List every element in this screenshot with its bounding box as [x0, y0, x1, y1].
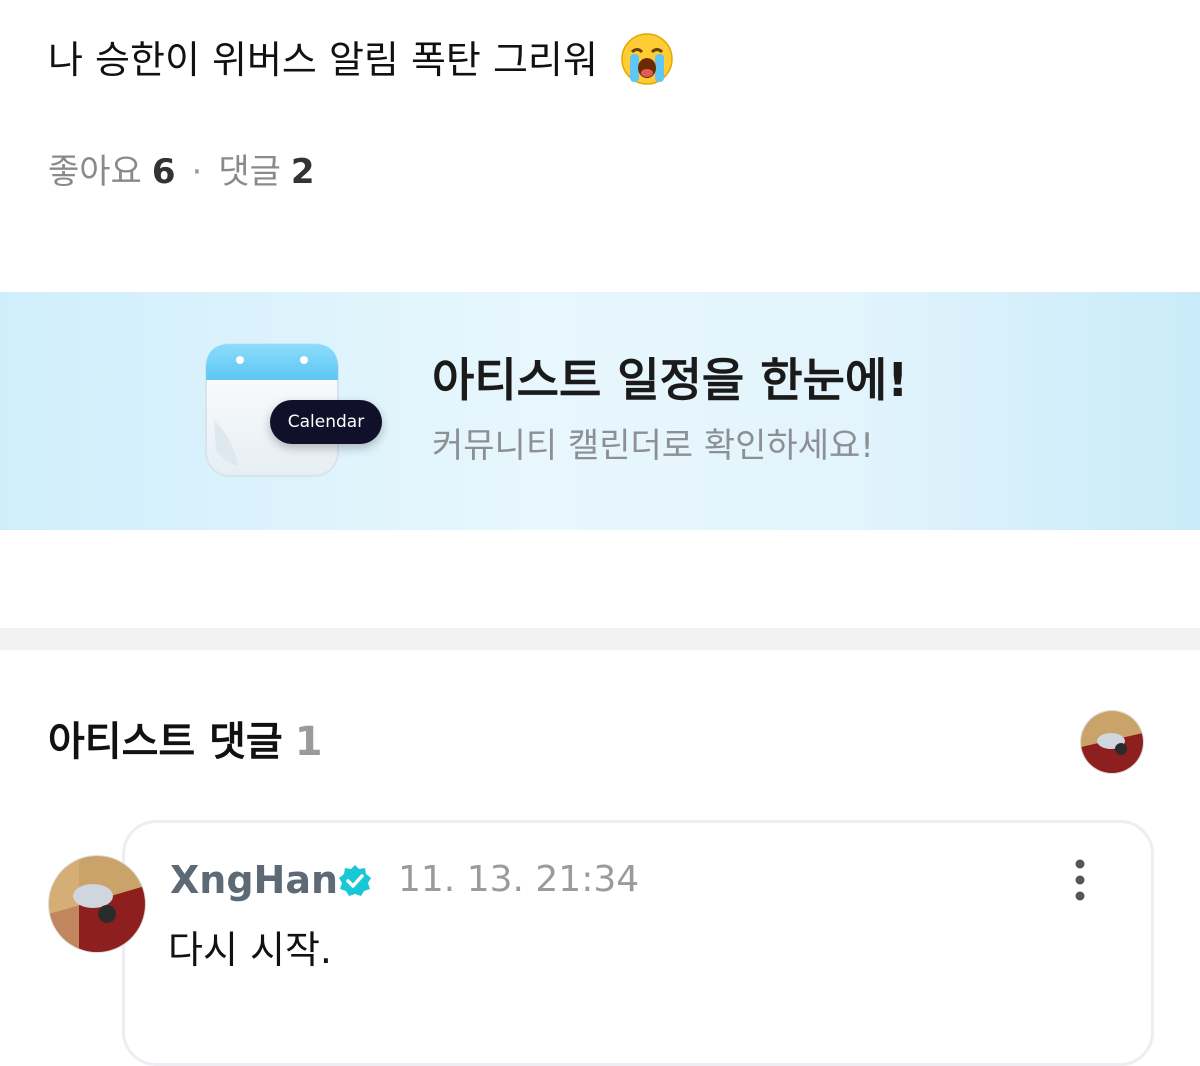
avatar-image — [1081, 711, 1143, 773]
comments-count[interactable]: 2 — [291, 152, 315, 192]
post-text-line: 나 승한이 위버스 알림 폭탄 그리워 — [48, 30, 674, 90]
calendar-pill-label: Calendar — [270, 400, 382, 444]
likes-count[interactable]: 6 — [152, 152, 176, 192]
comments-label[interactable]: 댓글 — [218, 152, 281, 192]
comment-timestamp: 11. 13. 21:34 — [398, 859, 640, 900]
banner-subtitle: 커뮤니티 캘린더로 확인하세요! — [432, 426, 874, 466]
comment-author-avatar[interactable] — [48, 855, 146, 953]
comment-text: 다시 시작. — [168, 928, 332, 972]
calendar-promo-banner[interactable]: Calendar 아티스트 일정을 한눈에! 커뮤니티 캘린더로 확인하세요! — [0, 292, 1200, 530]
stats-separator: · — [191, 152, 203, 192]
artist-avatar-small[interactable] — [1080, 710, 1144, 774]
artist-comments-title: 아티스트 댓글 — [48, 719, 283, 765]
likes-label[interactable]: 좋아요 — [48, 152, 142, 192]
section-divider — [0, 628, 1200, 650]
artist-comments-count: 1 — [294, 719, 323, 765]
more-options-icon[interactable] — [1062, 856, 1098, 904]
loudly-crying-face-icon — [621, 32, 673, 85]
avatar-image — [49, 856, 145, 952]
banner-title: 아티스트 일정을 한눈에! — [432, 353, 909, 407]
comment-author-name[interactable]: XngHan — [170, 854, 338, 906]
verified-badge-icon — [339, 865, 371, 896]
post-text: 나 승한이 위버스 알림 폭탄 그리워 — [48, 38, 598, 82]
artist-comments-heading: 아티스트 댓글 1 — [48, 712, 323, 772]
post-stats: 좋아요 6 · 댓글 2 — [48, 146, 315, 198]
